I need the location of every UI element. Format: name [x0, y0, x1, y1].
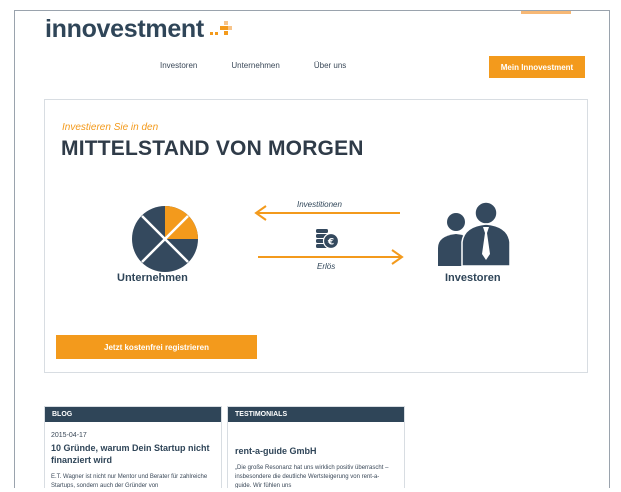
main-nav: Investoren Unternehmen Über uns: [160, 61, 346, 70]
testimonial-title: rent-a-guide GmbH: [235, 446, 317, 456]
logo[interactable]: innovestment: [45, 15, 236, 44]
testimonials-card: TESTIMONIALS rent-a-guide GmbH „Die groß…: [227, 406, 405, 488]
hero-title: MITTELSTAND VON MORGEN: [61, 137, 364, 160]
logo-text: innovestment: [45, 15, 204, 43]
blog-card: BLOG 2015-04-17 10 Gründe, warum Dein St…: [44, 406, 222, 488]
testimonials-header: TESTIMONIALS: [228, 407, 404, 422]
svg-text:€: €: [327, 238, 334, 248]
blog-excerpt: E.T. Wagner ist nicht nur Mentor und Ber…: [51, 474, 208, 488]
testimonial-quote: „Die große Resonanz hat uns wirklich pos…: [235, 465, 389, 488]
logo-mark-icon: [209, 20, 232, 35]
coins-euro-icon: €: [316, 229, 340, 250]
hero-subtitle: Investieren Sie in den: [62, 122, 159, 133]
nav-unternehmen[interactable]: Unternehmen: [231, 61, 279, 70]
erloes-label: Erlös: [317, 262, 336, 271]
investoren-label: Investoren: [445, 272, 501, 284]
mein-innovestment-button[interactable]: Mein Innovestment: [489, 56, 585, 78]
blog-header: BLOG: [45, 407, 221, 422]
investors-people-icon: [438, 201, 511, 266]
unternehmen-label: Unternehmen: [117, 272, 188, 284]
hero-panel: Investieren Sie in den MITTELSTAND VON M…: [44, 99, 588, 373]
nav-investoren[interactable]: Investoren: [160, 61, 197, 70]
company-pie-icon: [132, 206, 198, 272]
blog-date: 2015-04-17: [51, 432, 87, 439]
blog-title[interactable]: 10 Gründe, warum Dein Startup nicht fina…: [51, 442, 216, 466]
nav-ueber-uns[interactable]: Über uns: [314, 61, 346, 70]
top-accent-bar: [521, 11, 571, 14]
register-button[interactable]: Jetzt kostenfrei registrieren: [56, 335, 257, 359]
browser-page: innovestment Investoren Unternehmen Über…: [14, 10, 610, 488]
